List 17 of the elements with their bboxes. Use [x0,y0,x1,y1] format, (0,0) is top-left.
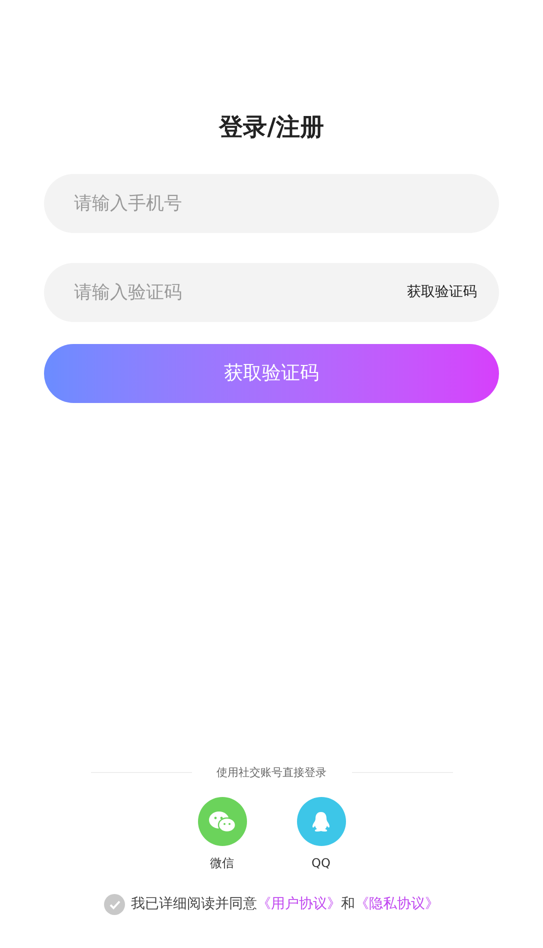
check-icon [108,900,120,910]
penguin-icon [311,810,331,832]
user-agreement-link[interactable]: 《用户协议》 [257,896,341,912]
provider-label: QQ [312,855,330,872]
privacy-policy-link[interactable]: 《隐私协议》 [355,896,439,912]
get-code-link[interactable]: 获取验证码 [407,282,477,303]
social-login-heading: 使用社交账号直接登录 [216,764,328,780]
agreement-joiner: 和 [341,896,355,912]
social-login-button[interactable] [198,797,246,846]
chat-bubbles-icon [208,810,236,834]
submit-button[interactable]: 获取验证码 [44,344,499,403]
phone-input-field[interactable]: 请输入手机号 [44,174,499,233]
agree-checkbox[interactable] [104,894,125,915]
social-login-button[interactable] [296,797,346,846]
agreement-text: 我已详细阅读并同意 [131,896,257,912]
provider-label: 微信 [210,855,234,872]
page-title: 登录/注册 [219,112,324,143]
